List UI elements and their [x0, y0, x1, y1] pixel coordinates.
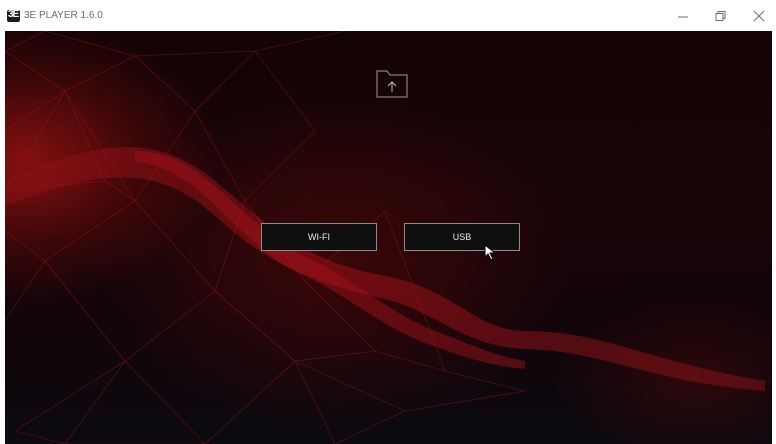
minimize-icon — [678, 16, 688, 18]
window-title: 3E PLAYER 1.6.0 — [24, 10, 103, 21]
title-bar[interactable]: 3E 3E PLAYER 1.6.0 — [0, 0, 776, 31]
app-window: 3E 3E PLAYER 1.6.0 WI-FI USB — [0, 0, 776, 444]
mouse-cursor-icon — [484, 244, 497, 261]
folder-upload-icon[interactable] — [375, 69, 409, 99]
close-button[interactable] — [749, 6, 769, 26]
app-logo-text: 3E — [8, 9, 19, 20]
main-content: WI-FI USB — [5, 31, 772, 444]
restore-button[interactable] — [710, 6, 730, 26]
app-logo: 3E — [7, 9, 20, 22]
usb-button[interactable]: USB — [404, 223, 520, 251]
minimize-button[interactable] — [673, 6, 693, 26]
wifi-button[interactable]: WI-FI — [261, 223, 377, 251]
restore-icon — [715, 11, 726, 21]
close-icon — [753, 10, 765, 22]
